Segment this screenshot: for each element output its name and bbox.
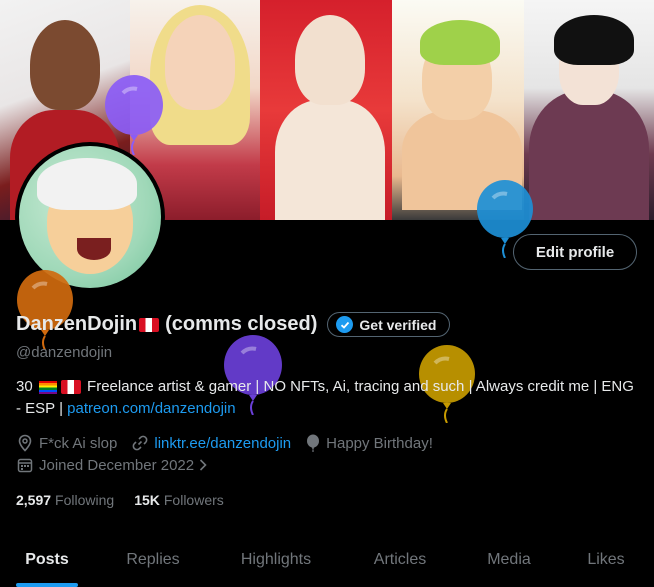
location-text: F*ck Ai slop	[39, 434, 118, 452]
avatar-image	[19, 146, 161, 288]
banner-panel-5	[524, 0, 654, 220]
tab-likes[interactable]: Likes	[558, 532, 654, 587]
location-pin-icon	[18, 434, 32, 452]
active-tab-indicator	[16, 583, 78, 587]
tab-articles-label: Articles	[373, 550, 427, 568]
profile-meta-row: F*ck Ai slop linktr.ee/danzendojin Happy…	[16, 434, 447, 452]
banner-figure-body	[529, 90, 649, 220]
tab-posts[interactable]: Posts	[0, 532, 94, 587]
verified-check-icon	[336, 316, 354, 333]
display-name-suffix: (comms closed)	[165, 313, 318, 335]
banner-figure-hair	[420, 20, 500, 65]
joined-item[interactable]: Joined December 2022	[16, 456, 213, 474]
peru-flag-icon	[60, 380, 81, 395]
balloon-purple-icon	[105, 75, 163, 155]
follow-counts: 2,597 Following 15K Followers	[16, 492, 244, 508]
tab-posts-label: Posts	[25, 550, 69, 568]
profile-tabs: Posts Replies Highlights Articles Media …	[0, 532, 654, 587]
edit-profile-button[interactable]: Edit profile	[513, 234, 637, 270]
following-count[interactable]: 2,597	[16, 492, 51, 508]
get-verified-button[interactable]: Get verified	[327, 312, 451, 337]
profile-name-row: DanzenDojin (comms closed) Get verified	[16, 312, 451, 337]
banner-figure-head	[30, 20, 100, 110]
website-item: linktr.ee/danzendojin	[131, 434, 291, 452]
avatar-hair	[37, 158, 137, 210]
birthday-item: Happy Birthday!	[305, 434, 433, 452]
link-icon	[132, 435, 148, 451]
balloon-icon	[307, 434, 320, 452]
banner-figure-body	[275, 100, 385, 220]
tab-media[interactable]: Media	[460, 532, 558, 587]
tab-highlights[interactable]: Highlights	[212, 532, 340, 587]
banner-figure-hair	[554, 15, 634, 65]
calendar-icon	[17, 458, 33, 473]
joined-text: Joined December 2022	[39, 456, 195, 474]
profile-joined-row[interactable]: Joined December 2022	[16, 456, 227, 474]
banner-figure-head	[165, 15, 235, 110]
followers-count[interactable]: 15K	[134, 492, 160, 508]
banner-panel-3	[260, 0, 392, 220]
get-verified-label: Get verified	[359, 316, 437, 333]
followers-label[interactable]: Followers	[164, 492, 224, 508]
website-link[interactable]: linktr.ee/danzendojin	[154, 435, 291, 452]
birthday-text: Happy Birthday!	[326, 434, 433, 452]
profile-handle: @danzendojin	[16, 344, 113, 361]
tab-articles[interactable]: Articles	[340, 532, 460, 587]
display-name: DanzenDojin	[16, 313, 138, 335]
peru-flag-icon	[139, 317, 160, 332]
tab-likes-label: Likes	[587, 550, 625, 568]
balloon-orange-icon	[17, 270, 73, 350]
rainbow-flag-icon	[38, 380, 57, 394]
profile-bio: 30 Freelance artist & gamer | NO NFTs, A…	[16, 376, 636, 420]
bio-patreon-link[interactable]: patreon.com/danzendojin	[67, 400, 235, 417]
bio-age: 30	[16, 378, 33, 395]
location-item: F*ck Ai slop	[16, 434, 117, 452]
banner-figure-head	[295, 15, 365, 105]
chevron-right-icon	[200, 459, 207, 471]
tab-replies-label: Replies	[126, 550, 180, 568]
avatar-mouth	[77, 238, 111, 260]
tab-replies[interactable]: Replies	[94, 532, 212, 587]
following-label[interactable]: Following	[55, 492, 114, 508]
tab-media-label: Media	[487, 550, 531, 568]
tab-highlights-label: Highlights	[240, 550, 312, 568]
